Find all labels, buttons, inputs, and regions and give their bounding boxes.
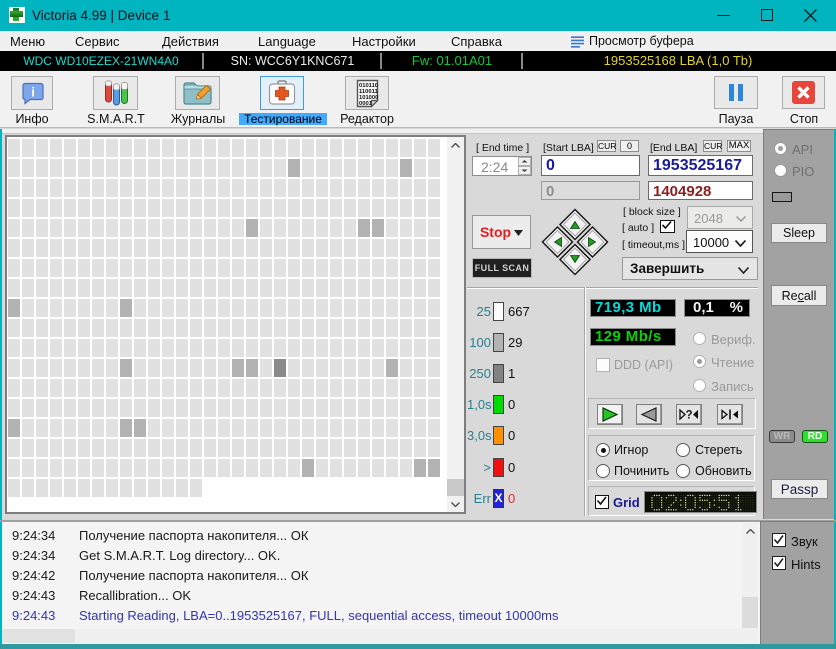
svg-text:i: i xyxy=(31,85,35,100)
svg-text:0001: 0001 xyxy=(359,101,373,107)
svg-text:?: ? xyxy=(685,410,692,422)
